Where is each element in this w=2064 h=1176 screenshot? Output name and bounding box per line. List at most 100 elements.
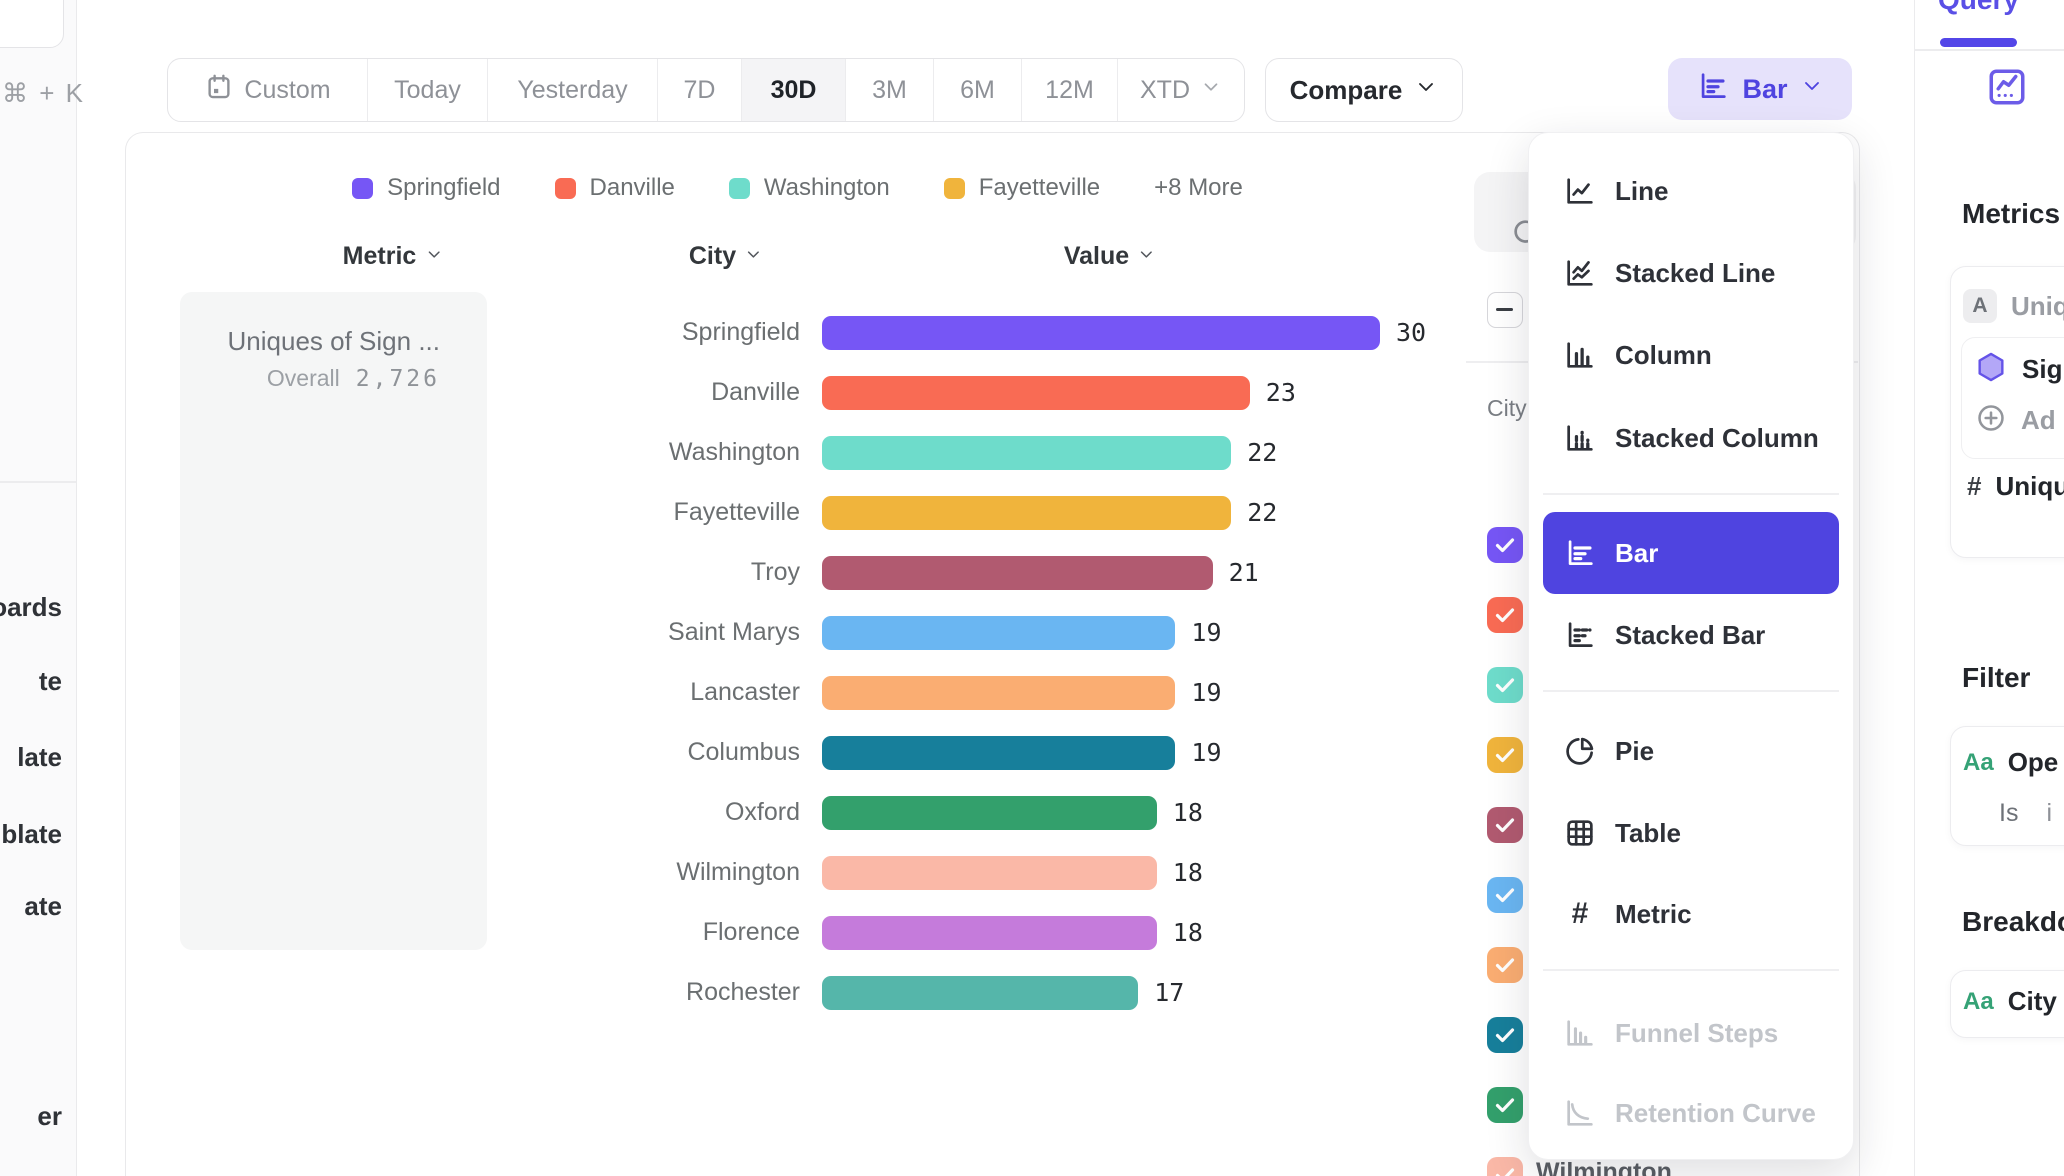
menu-item-stacked-bar[interactable]: Stacked Bar [1529, 594, 1853, 676]
bar-segment-oxford[interactable] [822, 796, 1157, 830]
chevron-down-icon [1200, 76, 1222, 105]
sidebar-item-fragment[interactable]: oards [0, 592, 62, 623]
event-card: Sig Ad [1961, 337, 2064, 459]
range-7d[interactable]: 7D [658, 59, 742, 121]
chart-type-button[interactable]: Bar [1668, 58, 1852, 120]
bar-segment-wilmington[interactable] [822, 856, 1157, 890]
menu-divider [1543, 493, 1839, 495]
city-checkbox-troy[interactable] [1487, 807, 1523, 843]
count-row[interactable]: # Uniqu [1967, 471, 2064, 502]
bar-row-label: Saint Marys [560, 618, 800, 647]
bar-row-label: Wilmington [560, 858, 800, 887]
bar-segment-danville[interactable] [822, 376, 1250, 410]
menu-divider [1543, 969, 1839, 971]
count-name: Uniqu [1995, 471, 2064, 502]
range-today[interactable]: Today [368, 59, 488, 121]
bar-segment-rochester[interactable] [822, 976, 1138, 1010]
city-checkbox-danville[interactable] [1487, 597, 1523, 633]
range-3m[interactable]: 3M [846, 59, 934, 121]
city-checkbox-columbus[interactable] [1487, 1017, 1523, 1053]
metric-row[interactable]: A Uniq [1963, 289, 2064, 323]
sidebar-item-fragment[interactable]: ate [24, 891, 62, 922]
menu-item-stacked-column[interactable]: Stacked Column [1529, 397, 1853, 479]
legend-item-springfield[interactable]: Springfield [352, 174, 500, 202]
left-sidebar: ⌘ + K oardstelateblateateer [0, 0, 77, 1176]
legend-swatch [729, 178, 750, 199]
stacked-bar-chart-icon [1563, 618, 1597, 652]
bar-value-label: 30 [1396, 318, 1426, 347]
column-header-metric[interactable]: Metric [343, 242, 444, 271]
city-checkbox-washington[interactable] [1487, 667, 1523, 703]
breakdown-property: City [2008, 986, 2057, 1017]
event-row[interactable]: Sig [1974, 350, 2062, 389]
menu-item-column[interactable]: Column [1529, 314, 1853, 396]
column-header-city[interactable]: City [689, 242, 763, 271]
check-icon [1493, 813, 1517, 837]
legend-item-danville[interactable]: Danville [555, 174, 675, 202]
legend-more[interactable]: +8 More [1154, 174, 1243, 202]
city-checkbox-springfield[interactable] [1487, 527, 1523, 563]
city-checkbox-lancaster[interactable] [1487, 947, 1523, 983]
menu-item-label: Funnel Steps [1615, 1018, 1778, 1049]
tab-query[interactable]: Query [1938, 0, 2019, 16]
menu-item-table[interactable]: Table [1529, 792, 1853, 874]
bar-row-label: Washington [560, 438, 800, 467]
bar-segment-columbus[interactable] [822, 736, 1175, 770]
compare-button[interactable]: Compare [1265, 58, 1463, 122]
sidebar-item-fragment[interactable]: er [37, 1101, 62, 1132]
range-xtd[interactable]: XTD [1118, 59, 1244, 121]
menu-item-funnel-steps: Funnel Steps [1529, 992, 1853, 1074]
bar-value-label: 18 [1173, 858, 1203, 887]
range-30d[interactable]: 30D [742, 59, 846, 121]
menu-item-pie[interactable]: Pie [1529, 710, 1853, 792]
metric-card[interactable]: Uniques of Sign ... Overall2,726 [180, 292, 487, 950]
column-header-value[interactable]: Value [1064, 242, 1156, 271]
metric-icon: # [1563, 897, 1597, 931]
bar-segment-saint-marys[interactable] [822, 616, 1175, 650]
sidebar-item-fragment[interactable]: te [39, 666, 62, 697]
breakdown-heading: Breakdo [1962, 906, 2064, 938]
range-12m[interactable]: 12M [1022, 59, 1118, 121]
city-checkbox-oxford[interactable] [1487, 1087, 1523, 1123]
menu-item-stacked-line[interactable]: Stacked Line [1529, 232, 1853, 314]
city-checkbox-saint-marys[interactable] [1487, 877, 1523, 913]
legend-item-fayetteville[interactable]: Fayetteville [944, 174, 1100, 202]
bar-segment-florence[interactable] [822, 916, 1157, 950]
check-icon [1493, 1023, 1517, 1047]
menu-item-line[interactable]: Line [1529, 150, 1853, 232]
range-label: 7D [684, 76, 716, 105]
range-custom[interactable]: Custom [168, 59, 368, 121]
check-icon [1493, 603, 1517, 627]
menu-item-bar[interactable]: Bar [1543, 512, 1839, 594]
city-checkbox-wilmington[interactable] [1487, 1157, 1523, 1176]
range-6m[interactable]: 6M [934, 59, 1022, 121]
filter-card[interactable]: Aa Ope Is i [1950, 726, 2064, 846]
menu-item-metric[interactable]: #Metric [1529, 873, 1853, 955]
add-event-row[interactable]: Ad [1975, 402, 2056, 439]
filter-operator: Is [1999, 799, 2018, 828]
bar-segment-washington[interactable] [822, 436, 1231, 470]
metrics-heading: Metrics [1962, 198, 2060, 230]
sidebar-item-fragment[interactable]: late [17, 742, 62, 773]
legend-item-washington[interactable]: Washington [729, 174, 890, 202]
compare-label: Compare [1290, 75, 1403, 106]
select-all-checkbox[interactable] [1487, 292, 1523, 328]
bar-segment-troy[interactable] [822, 556, 1213, 590]
range-yesterday[interactable]: Yesterday [488, 59, 658, 121]
bar-segment-springfield[interactable] [822, 316, 1380, 350]
bar-chart-icon [1696, 69, 1730, 110]
bar-segment-lancaster[interactable] [822, 676, 1175, 710]
metric-letter-badge: A [1963, 289, 1997, 323]
sidebar-search-box[interactable] [0, 0, 64, 48]
sidebar-item-fragment[interactable]: blate [1, 819, 62, 850]
bar-segment-fayetteville[interactable] [822, 496, 1231, 530]
insights-icon[interactable] [1986, 66, 2028, 113]
table-icon [1563, 816, 1597, 850]
chart-type-menu: Line Stacked LineColumnStacked Column BarS… [1528, 132, 1854, 1160]
query-panel-border [1914, 49, 2064, 51]
range-label: 3M [872, 76, 907, 105]
menu-item-label: Line [1615, 176, 1668, 207]
bar-value-label: 22 [1247, 498, 1277, 527]
city-checkbox-fayetteville[interactable] [1487, 737, 1523, 773]
breakdown-card[interactable]: Aa City [1950, 970, 2064, 1038]
